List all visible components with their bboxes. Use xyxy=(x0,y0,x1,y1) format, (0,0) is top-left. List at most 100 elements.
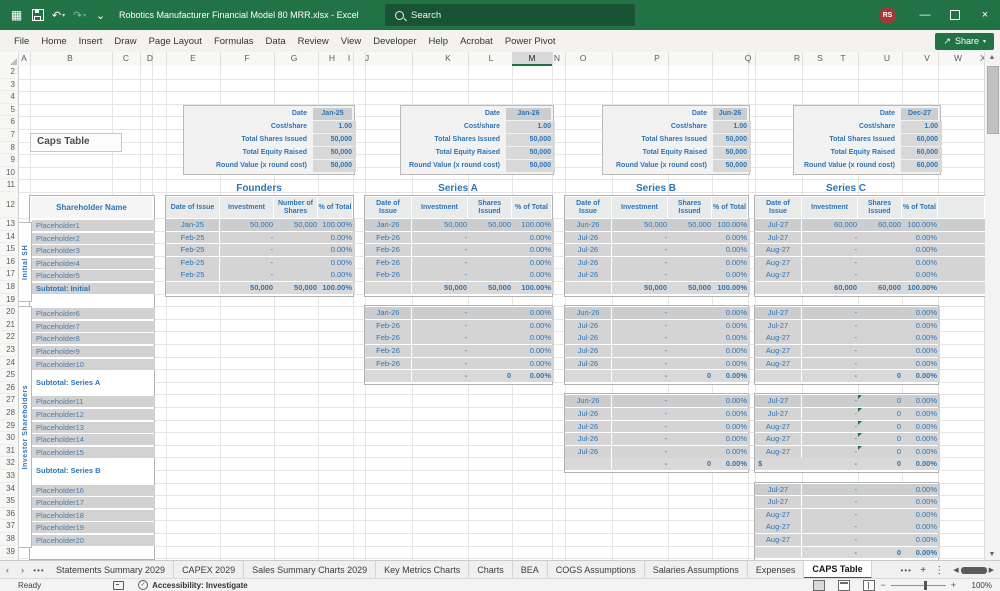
table-header-cell[interactable]: Investment xyxy=(612,197,667,218)
table-cell[interactable]: 0.00% xyxy=(902,408,940,420)
table-cell[interactable] xyxy=(668,395,714,407)
table-cell[interactable]: Aug-27 xyxy=(755,269,801,281)
subtotal-cell[interactable]: 0.00% xyxy=(712,458,750,470)
table-cell[interactable]: Jul-27 xyxy=(755,496,801,508)
table-cell[interactable]: Aug-27 xyxy=(755,446,801,458)
column-header[interactable]: O xyxy=(574,52,592,65)
ribbon-tab-view[interactable]: View xyxy=(335,30,367,52)
table-cell[interactable]: 50,000 xyxy=(668,219,714,231)
column-header[interactable]: W xyxy=(949,52,967,65)
zoom-slider[interactable] xyxy=(891,585,946,586)
table-cell[interactable]: 0.00% xyxy=(902,395,940,407)
shareholder-subtotal[interactable]: Subtotal: Series B xyxy=(36,466,101,475)
subtotal-cell[interactable]: 0 xyxy=(668,458,714,470)
table-cell[interactable]: 0.00% xyxy=(512,269,554,281)
shareholder-row[interactable]: Placeholder2 xyxy=(32,233,155,244)
table-cell[interactable]: 0.00% xyxy=(902,358,940,370)
table-cell[interactable]: Feb-25 xyxy=(166,232,219,244)
subtotal-cell[interactable]: - xyxy=(412,370,470,382)
table-cell[interactable] xyxy=(668,358,714,370)
table-cell[interactable]: 0.00% xyxy=(902,509,940,521)
customize-toolbar-icon[interactable]: ⌄ xyxy=(90,4,111,26)
table-cell[interactable]: - xyxy=(220,244,276,256)
row-header[interactable]: 20 xyxy=(0,306,15,319)
tab-options-icon[interactable]: ⋮ xyxy=(931,565,947,576)
column-header-selected[interactable]: M xyxy=(512,52,552,66)
row-header[interactable]: 38 xyxy=(0,533,15,546)
table-cell[interactable]: - xyxy=(412,269,470,281)
table-header-cell[interactable]: % of Total xyxy=(712,197,747,218)
zoom-slider-thumb[interactable] xyxy=(924,581,927,590)
vertical-scrollbar[interactable]: ▲ ▼ xyxy=(984,52,1000,560)
table-cell[interactable]: - xyxy=(612,408,670,420)
table-cell[interactable]: Jul-26 xyxy=(565,332,611,344)
row-header[interactable]: 23 xyxy=(0,344,15,357)
table-cell[interactable] xyxy=(668,446,714,458)
scroll-right-icon[interactable]: ▶ xyxy=(989,566,994,574)
table-cell[interactable] xyxy=(938,257,985,269)
table-cell[interactable]: 0.00% xyxy=(712,358,750,370)
table-cell[interactable]: - xyxy=(412,244,470,256)
subtotal-cell[interactable] xyxy=(938,282,985,294)
table-cell[interactable]: 100.00% xyxy=(512,219,554,231)
table-header-cell[interactable]: % of Total xyxy=(512,197,551,218)
table-cell[interactable]: Feb-26 xyxy=(365,358,411,370)
normal-view-icon[interactable] xyxy=(813,580,825,591)
table-cell[interactable]: 50,000 xyxy=(274,219,320,231)
table-cell[interactable]: 0.00% xyxy=(712,408,750,420)
table-cell[interactable] xyxy=(668,269,714,281)
table-cell[interactable]: 0.00% xyxy=(902,244,940,256)
excel-app-icon[interactable]: ▦ xyxy=(6,4,27,26)
summary-value[interactable]: Jun-26 xyxy=(713,108,747,120)
shareholder-row[interactable]: Placeholder3 xyxy=(32,245,155,256)
table-cell[interactable]: 0.00% xyxy=(512,307,554,319)
table-cell[interactable]: 0 xyxy=(858,433,904,445)
row-header[interactable]: 33 xyxy=(0,470,15,483)
subtotal-cell[interactable] xyxy=(166,282,219,294)
table-cell[interactable]: - xyxy=(802,395,860,407)
column-header[interactable]: F xyxy=(238,52,256,65)
table-cell[interactable]: 0.00% xyxy=(512,257,554,269)
table-cell[interactable]: 0.00% xyxy=(712,395,750,407)
table-cell[interactable]: 0.00% xyxy=(712,332,750,344)
subtotal-cell[interactable]: - xyxy=(802,547,860,559)
subtotal-cell[interactable]: 0.00% xyxy=(902,458,940,470)
table-cell[interactable]: - xyxy=(612,395,670,407)
table-cell[interactable] xyxy=(468,332,514,344)
table-cell[interactable]: Aug-27 xyxy=(755,257,801,269)
row-header[interactable]: 31 xyxy=(0,445,15,458)
table-cell[interactable]: 0.00% xyxy=(712,307,750,319)
row-header[interactable]: 34 xyxy=(0,483,15,496)
summary-value[interactable]: 50,000 xyxy=(506,134,555,146)
table-cell[interactable]: - xyxy=(612,307,670,319)
table-cell[interactable]: 0.00% xyxy=(712,446,750,458)
table-cell[interactable]: - xyxy=(802,433,860,445)
table-cell[interactable]: - xyxy=(220,257,276,269)
table-cell[interactable] xyxy=(668,232,714,244)
row-header[interactable]: 3 xyxy=(0,79,15,92)
undo-icon[interactable]: ↶▾ xyxy=(48,4,69,26)
restore-button[interactable] xyxy=(940,0,970,30)
vertical-scroll-thumb[interactable] xyxy=(987,66,999,134)
ribbon-tab-page-layout[interactable]: Page Layout xyxy=(143,30,208,52)
column-header[interactable]: L xyxy=(482,52,500,65)
minimize-button[interactable]: — xyxy=(910,0,940,30)
shareholder-row[interactable]: Placeholder7 xyxy=(32,321,155,332)
ribbon-tab-file[interactable]: File xyxy=(8,30,35,52)
table-cell[interactable] xyxy=(274,269,320,281)
table-cell[interactable]: Jan-25 xyxy=(166,219,219,231)
row-header[interactable]: 9 xyxy=(0,154,15,167)
table-cell[interactable]: Feb-26 xyxy=(365,320,411,332)
table-cell[interactable]: Feb-26 xyxy=(365,345,411,357)
table-cell[interactable]: - xyxy=(802,484,860,496)
table-cell[interactable]: 0.00% xyxy=(902,307,940,319)
shareholder-row[interactable]: Placeholder5 xyxy=(32,270,155,281)
table-cell[interactable]: 0.00% xyxy=(512,320,554,332)
shareholder-subtotal[interactable]: Subtotal: Initial xyxy=(32,283,155,294)
table-cell[interactable]: Jul-27 xyxy=(755,484,801,496)
summary-value[interactable]: 50,000 xyxy=(506,160,555,172)
summary-value[interactable]: 1.00 xyxy=(901,121,942,133)
table-cell[interactable] xyxy=(938,232,985,244)
shareholder-row[interactable]: Placeholder18 xyxy=(32,510,155,521)
table-header-cell[interactable]: % of Total xyxy=(318,197,352,218)
